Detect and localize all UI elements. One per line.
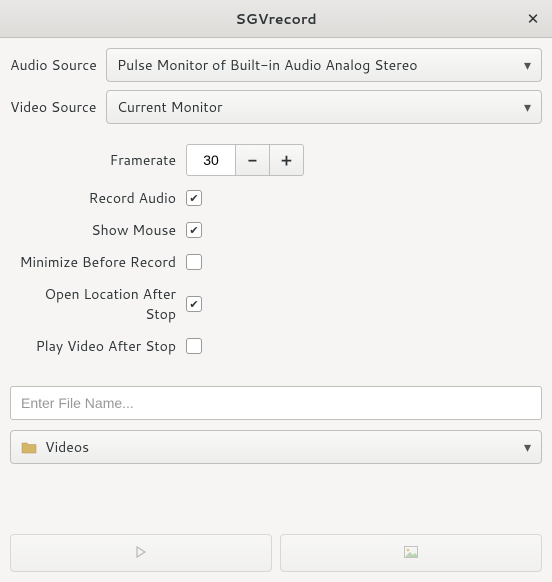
- chevron-down-icon: ▾: [524, 55, 531, 75]
- play-icon: [135, 543, 147, 563]
- minimize-label: Minimize Before Record: [10, 252, 186, 272]
- minimize-checkbox[interactable]: [186, 254, 202, 270]
- video-source-value: Current Monitor: [117, 97, 524, 117]
- audio-source-label: Audio Source: [10, 55, 106, 75]
- folder-label: Videos: [45, 437, 524, 457]
- image-icon: [404, 543, 418, 563]
- titlebar: SGVrecord ✕: [0, 0, 552, 38]
- folder-combo[interactable]: Videos ▾: [10, 430, 542, 464]
- play-video-label: Play Video After Stop: [10, 336, 186, 356]
- video-source-combo[interactable]: Current Monitor ▾: [106, 90, 542, 124]
- open-location-label: Open Location After Stop: [10, 284, 186, 324]
- framerate-increment-button[interactable]: +: [270, 144, 304, 176]
- minus-icon: −: [248, 149, 257, 172]
- framerate-spinner: − +: [186, 144, 304, 176]
- play-video-checkbox[interactable]: [186, 338, 202, 354]
- framerate-decrement-button[interactable]: −: [236, 144, 270, 176]
- audio-source-combo[interactable]: Pulse Monitor of Built-in Audio Analog S…: [106, 48, 542, 82]
- record-audio-row: Record Audio: [10, 188, 542, 208]
- filename-input[interactable]: [10, 386, 542, 420]
- show-mouse-checkbox[interactable]: [186, 222, 202, 238]
- chevron-down-icon: ▾: [524, 97, 531, 117]
- record-audio-checkbox[interactable]: [186, 190, 202, 206]
- plus-icon: +: [281, 149, 292, 172]
- action-buttons: [10, 534, 542, 572]
- framerate-input[interactable]: [186, 144, 236, 176]
- close-icon: ✕: [527, 8, 540, 29]
- show-mouse-row: Show Mouse: [10, 220, 542, 240]
- open-location-row: Open Location After Stop: [10, 284, 542, 324]
- audio-source-value: Pulse Monitor of Built-in Audio Analog S…: [117, 55, 524, 75]
- framerate-label: Framerate: [10, 150, 186, 170]
- screenshot-button[interactable]: [280, 534, 542, 572]
- show-mouse-label: Show Mouse: [10, 220, 186, 240]
- open-location-checkbox[interactable]: [186, 296, 202, 312]
- audio-source-row: Audio Source Pulse Monitor of Built-in A…: [10, 48, 542, 82]
- window-title: SGVrecord: [235, 9, 316, 29]
- folder-icon: [21, 441, 37, 454]
- record-button[interactable]: [10, 534, 272, 572]
- play-video-row: Play Video After Stop: [10, 336, 542, 356]
- close-button[interactable]: ✕: [524, 10, 542, 28]
- chevron-down-icon: ▾: [524, 437, 531, 457]
- content-area: Audio Source Pulse Monitor of Built-in A…: [0, 38, 552, 582]
- record-audio-label: Record Audio: [10, 188, 186, 208]
- video-source-row: Video Source Current Monitor ▾: [10, 90, 542, 124]
- settings-block: Framerate − + Record Audio Show Mouse Mi…: [10, 144, 542, 356]
- minimize-row: Minimize Before Record: [10, 252, 542, 272]
- video-source-label: Video Source: [10, 97, 106, 117]
- framerate-row: Framerate − +: [10, 144, 542, 176]
